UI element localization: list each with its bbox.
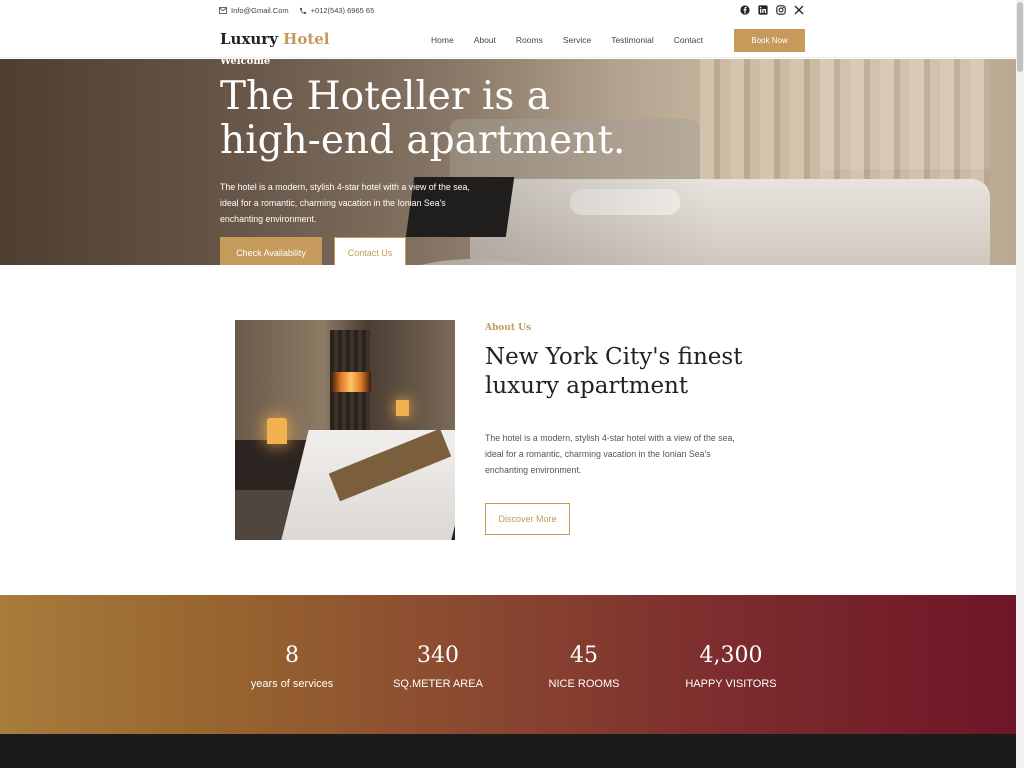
main-nav: Luxury Hotel Home About Rooms Service Te… [0, 22, 1024, 58]
nav-item-contact[interactable]: Contact [674, 35, 703, 45]
stat-value: 45 [570, 643, 598, 668]
stat-label: NICE ROOMS [548, 678, 620, 690]
footer [0, 734, 1024, 768]
stat-value: 340 [417, 643, 459, 668]
check-availability-button[interactable]: Check Availability [220, 237, 322, 265]
email-text: Info@Gmail.Com [231, 6, 289, 15]
nav-item-home[interactable]: Home [431, 35, 454, 45]
stat-item: 340 SQ.METER AREA [373, 643, 503, 690]
stat-item: 4,300 HAPPY VISITORS [666, 643, 796, 690]
logo-main: Luxury [220, 30, 278, 48]
top-bar: Info@Gmail.Com +012(543) 6965 65 [0, 0, 1024, 22]
logo-accent: Hotel [283, 30, 330, 48]
about-image-lamp-right [396, 400, 409, 416]
stat-label: SQ.METER AREA [393, 678, 483, 690]
stats-section: 8 years of services 340 SQ.METER AREA 45… [0, 595, 1024, 734]
social-links [740, 5, 804, 15]
stat-item: 45 NICE ROOMS [519, 643, 649, 690]
stat-label: years of services [250, 678, 334, 690]
hero-welcome: Welcome [220, 59, 271, 67]
phone-icon [299, 7, 306, 14]
stat-item: 8 years of services [227, 643, 357, 690]
hero-description: The hotel is a modern, stylish 4-star ho… [220, 182, 470, 224]
nav-item-testimonial[interactable]: Testimonial [611, 35, 654, 45]
instagram-icon[interactable] [776, 5, 786, 15]
stat-value: 4,300 [699, 643, 763, 668]
nav-item-rooms[interactable]: Rooms [516, 35, 543, 45]
book-now-button[interactable]: Book Now [734, 29, 805, 52]
facebook-icon[interactable] [740, 5, 750, 15]
email-item[interactable]: Info@Gmail.Com [219, 6, 289, 15]
nav-item-about[interactable]: About [474, 35, 496, 45]
scrollbar-thumb[interactable] [1017, 2, 1023, 72]
contact-us-button[interactable]: Contact Us [334, 237, 406, 265]
stat-value: 8 [285, 643, 299, 668]
nav-item-service[interactable]: Service [563, 35, 591, 45]
stat-label: HAPPY VISITORS [685, 678, 777, 690]
linkedin-icon[interactable] [758, 5, 768, 15]
nav-menu: Home About Rooms Service Testimonial Con… [431, 35, 723, 45]
contact-info: Info@Gmail.Com +012(543) 6965 65 [219, 6, 374, 15]
about-description: The hotel is a modern, stylish 4-star ho… [485, 433, 735, 475]
logo[interactable]: Luxury Hotel [220, 30, 330, 48]
about-image [235, 320, 455, 540]
phone-text: +012(543) 6965 65 [310, 6, 375, 15]
x-icon[interactable] [794, 5, 804, 15]
about-title: New York City's finest luxury apartment [485, 344, 743, 399]
page-scrollbar[interactable] [1016, 0, 1024, 768]
hero-title: The Hoteller is a high-end apartment. [220, 74, 626, 163]
discover-more-button[interactable]: Discover More [485, 503, 570, 535]
hero-section: Welcome The Hoteller is a high-end apart… [0, 59, 1024, 265]
about-image-lamp-left [267, 418, 287, 444]
phone-item[interactable]: +012(543) 6965 65 [299, 6, 375, 15]
mail-icon [219, 7, 227, 14]
about-subtitle: About Us [485, 323, 532, 333]
about-image-fireplace [331, 372, 371, 392]
